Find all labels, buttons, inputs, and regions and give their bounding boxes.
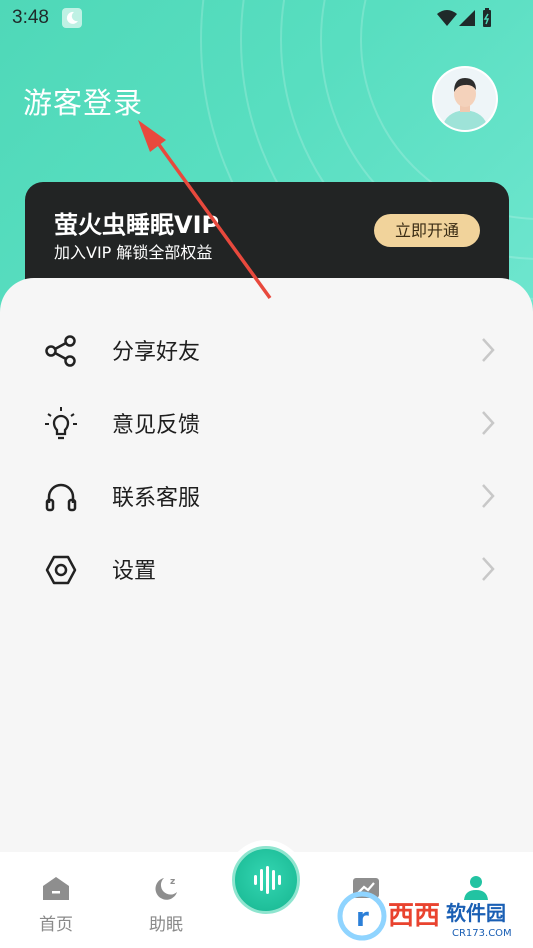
- signal-icon: [459, 10, 475, 26]
- share-icon: [45, 335, 76, 367]
- sound-wave-icon: [254, 866, 281, 894]
- tab-home[interactable]: 首页: [16, 852, 96, 948]
- tab-label: 首页: [39, 915, 73, 935]
- svg-text:r: r: [356, 903, 369, 933]
- status-bar: 3:48: [0, 0, 533, 36]
- svg-text:软件园: 软件园: [446, 901, 506, 925]
- guest-login-link[interactable]: 游客登录: [23, 80, 143, 122]
- svg-text:z: z: [170, 877, 175, 887]
- menu-item-label: 联系客服: [112, 486, 201, 511]
- settings-hexagon-icon: [45, 555, 77, 585]
- site-watermark-logo: r 西西 软件园 CR173.COM: [337, 891, 512, 941]
- status-icons: [437, 8, 491, 27]
- menu-item-label: 意见反馈: [112, 413, 201, 438]
- home-icon: [43, 877, 69, 900]
- tab-sleep-aid[interactable]: z 助眠: [126, 852, 206, 948]
- menu-panel: 分享好友 意见反馈 联系客服 设置: [0, 278, 533, 853]
- menu-item-contact[interactable]: 联系客服: [0, 466, 533, 526]
- chevron-right-icon: [482, 484, 495, 508]
- lightbulb-icon: [45, 407, 77, 440]
- svg-text:西西: 西西: [388, 901, 440, 931]
- vip-title: 萤火虫睡眠VIP: [54, 211, 220, 239]
- svg-text:CR173.COM: CR173.COM: [452, 928, 512, 939]
- menu-item-label: 设置: [112, 559, 157, 584]
- menu-item-feedback[interactable]: 意见反馈: [0, 393, 533, 453]
- chevron-right-icon: [482, 557, 495, 581]
- vip-activate-button[interactable]: 立即开通: [374, 214, 480, 247]
- sound-play-button[interactable]: [232, 846, 300, 914]
- app-notification-icon: [62, 8, 82, 28]
- chevron-right-icon: [482, 338, 495, 362]
- wifi-icon: [437, 10, 457, 26]
- avatar[interactable]: [432, 66, 498, 132]
- tab-label: 助眠: [149, 915, 183, 935]
- moon-sleep-icon: z: [155, 877, 177, 900]
- menu-item-share[interactable]: 分享好友: [0, 320, 533, 380]
- chevron-right-icon: [482, 411, 495, 435]
- status-time: 3:48: [12, 7, 49, 28]
- vip-subtitle: 加入VIP 解锁全部权益: [54, 243, 213, 262]
- menu-item-settings[interactable]: 设置: [0, 539, 533, 599]
- headphones-icon: [45, 483, 77, 512]
- menu-item-label: 分享好友: [112, 340, 201, 365]
